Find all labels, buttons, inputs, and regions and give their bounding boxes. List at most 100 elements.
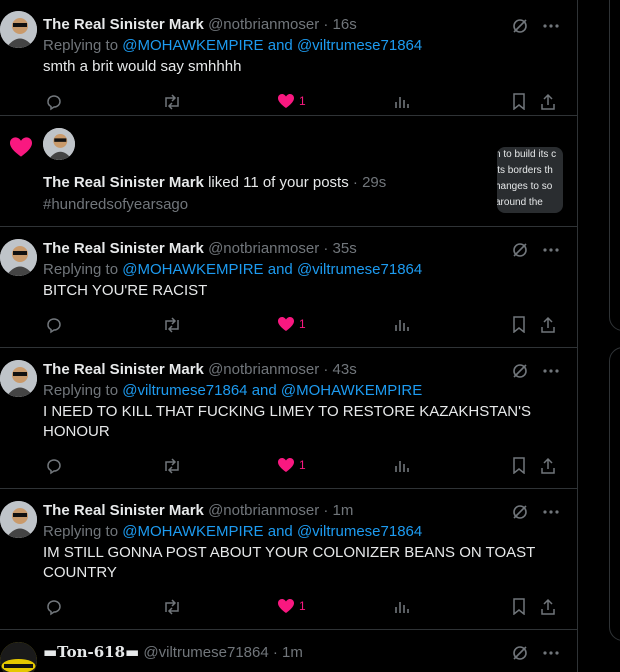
tweet-text: BITCH YOU'RE RACIST [43,282,208,299]
mention-link[interactable]: @MOHAWKEMPIRE [281,382,422,399]
heart-notification-icon [8,136,34,163]
display-name[interactable]: The Real Sinister Mark [43,502,204,519]
handle[interactable]: @notbrianmoser [208,502,319,519]
bookmark-icon [512,457,526,474]
grok-icon[interactable] [511,503,529,521]
more-icon[interactable] [543,510,559,514]
mention-link[interactable]: @viltrumese71864 [122,382,247,399]
timestamp[interactable]: 1m [282,644,303,661]
reply-button[interactable] [45,457,63,475]
mention-link[interactable]: @MOHAWKEMPIRE [122,523,263,540]
share-icon [540,316,556,333]
avatar[interactable] [0,360,37,397]
reply-button[interactable] [45,598,63,616]
bookmark-icon [512,93,526,110]
views-button[interactable] [394,316,410,332]
handle[interactable]: @notbrianmoser [208,16,319,33]
more-icon[interactable] [543,248,559,252]
tweet[interactable]: The Real Sinister Mark @notbrianmoser · … [0,227,577,348]
share-button[interactable] [540,316,556,333]
display-name[interactable]: The Real Sinister Mark [43,361,204,378]
grok-icon[interactable] [511,17,529,35]
mention-link[interactable]: @viltrumese71864 [297,523,422,540]
bookmark-icon [512,598,526,615]
like-count: 1 [299,94,306,108]
like-notification[interactable]: The Real Sinister Mark liked 11 of your … [0,116,577,227]
mention-link[interactable]: @MOHAWKEMPIRE [122,37,263,54]
tweet-text: IM STILL GONNA POST ABOUT YOUR COLONIZER… [43,544,536,581]
bookmark-button[interactable] [512,598,526,615]
display-name[interactable]: The Real Sinister Mark [43,240,204,257]
avatar[interactable] [0,11,37,48]
replying-to-label: Replying to [43,261,119,278]
handle[interactable]: @viltrumese71864 [143,644,268,661]
timestamp[interactable]: 16s [333,16,357,33]
handle[interactable]: @notbrianmoser [208,240,319,257]
retweet-icon [162,457,182,475]
views-button[interactable] [394,598,410,614]
avatar[interactable] [0,239,37,276]
separator-dot: · [323,361,329,378]
tweet[interactable]: The Real Sinister Mark @notbrianmoser · … [0,348,577,489]
reply-button[interactable] [45,93,63,111]
notification-action: liked 11 of your posts [208,174,349,191]
timestamp[interactable]: 1m [333,502,354,519]
avatar[interactable] [0,501,37,538]
more-icon[interactable] [543,651,559,655]
bookmark-button[interactable] [512,93,526,110]
like-button[interactable]: 1 [277,598,306,614]
tweet-text: smth a brit would say smhhhh [43,58,242,75]
reply-icon [45,598,63,616]
retweet-button[interactable] [162,316,182,334]
retweet-button[interactable] [162,93,182,111]
like-count: 1 [299,599,306,613]
hashtag[interactable]: #hundredsofyearsago [43,194,386,216]
more-icon[interactable] [543,369,559,373]
like-button[interactable]: 1 [277,316,306,332]
bookmark-button[interactable] [512,316,526,333]
avatar[interactable] [43,128,75,160]
display-name[interactable]: ▬Ton-618▬ [43,643,139,661]
retweet-button[interactable] [162,457,182,475]
grok-icon[interactable] [511,362,529,380]
post-thumbnail[interactable]: n to build its c its borders th hanges t… [497,147,563,213]
grok-icon[interactable] [511,241,529,259]
reply-button[interactable] [45,316,63,334]
reply-context: Replying to @MOHAWKEMPIRE and @viltrumes… [43,35,565,57]
tweet[interactable]: ▬Ton-618▬ @viltrumese71864 · 1m [0,630,577,672]
mention-link[interactable]: @viltrumese71864 [297,37,422,54]
share-button[interactable] [540,598,556,615]
like-button[interactable]: 1 [277,457,306,473]
thumb-text-line: hanges to so [497,181,553,192]
retweet-icon [162,93,182,111]
notification-text: The Real Sinister Mark liked 11 of your … [43,172,386,216]
display-name[interactable]: The Real Sinister Mark [43,16,204,33]
share-button[interactable] [540,93,556,110]
share-button[interactable] [540,457,556,474]
timestamp[interactable]: 35s [333,240,357,257]
tweet[interactable]: The Real Sinister Mark @notbrianmoser · … [0,0,577,116]
grok-icon[interactable] [511,644,529,662]
retweet-icon [162,598,182,616]
mention-link[interactable]: @MOHAWKEMPIRE [122,261,263,278]
tweet[interactable]: The Real Sinister Mark @notbrianmoser · … [0,489,577,630]
like-icon [277,598,295,614]
avatar[interactable] [0,642,37,672]
retweet-button[interactable] [162,598,182,616]
reply-context: Replying to @MOHAWKEMPIRE and @viltrumes… [43,259,565,281]
separator-dot: · [323,16,329,33]
more-icon[interactable] [543,24,559,28]
mention-link[interactable]: @viltrumese71864 [297,261,422,278]
views-button[interactable] [394,93,410,109]
timestamp[interactable]: 43s [333,361,357,378]
handle[interactable]: @notbrianmoser [208,361,319,378]
sidebar-card [609,347,620,641]
tweet-header: The Real Sinister Mark @notbrianmoser · … [43,239,565,259]
display-name[interactable]: The Real Sinister Mark [43,174,204,191]
like-icon [277,457,295,473]
share-icon [540,598,556,615]
like-button[interactable]: 1 [277,93,306,109]
views-button[interactable] [394,457,410,473]
and-label: and [267,261,293,278]
bookmark-button[interactable] [512,457,526,474]
